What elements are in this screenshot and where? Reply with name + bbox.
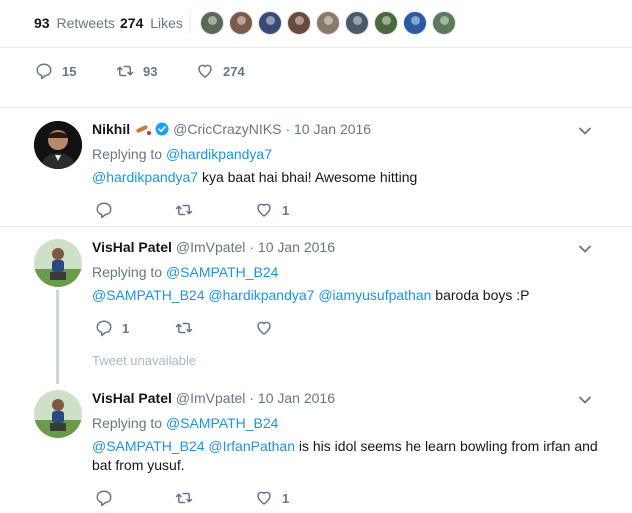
retweet-button[interactable]: 93 bbox=[116, 62, 157, 80]
heart-icon bbox=[257, 491, 271, 505]
tweet-header: Nikhil @CricCrazyNIKS · 10 Jan 2016 bbox=[92, 121, 371, 137]
reply-button[interactable] bbox=[95, 489, 122, 507]
tweet-unavailable: Tweet unavailable bbox=[92, 353, 197, 368]
heart-icon bbox=[257, 321, 271, 335]
replying-to: Replying to @SAMPATH_B24 bbox=[92, 264, 278, 280]
retweet-icon bbox=[175, 204, 193, 216]
reply-icon bbox=[36, 63, 52, 80]
tweet-body: baroda boys :P bbox=[431, 287, 530, 303]
tweet-text: @SAMPATH_B24 @IrfanPathan is his idol se… bbox=[92, 437, 602, 475]
retweets-count: 93 bbox=[34, 15, 50, 31]
likers-avatars bbox=[200, 11, 461, 35]
reply-button[interactable]: 1 bbox=[95, 319, 129, 337]
verified-badge-icon bbox=[155, 122, 169, 136]
avatar[interactable] bbox=[34, 390, 82, 438]
liker-avatar[interactable] bbox=[403, 11, 427, 35]
replying-label: Replying to bbox=[92, 264, 163, 280]
reply-icon bbox=[96, 320, 112, 337]
retweet-button[interactable] bbox=[175, 489, 202, 507]
reply-tweet[interactable]: Nikhil @CricCrazyNIKS · 10 Jan 2016 Repl… bbox=[0, 109, 632, 227]
avatar-photo bbox=[34, 239, 82, 287]
replying-to: Replying to @hardikpandya7 bbox=[92, 146, 272, 162]
reply-icon bbox=[96, 202, 112, 219]
cricket-bat-icon bbox=[136, 125, 152, 135]
chevron-down-icon[interactable] bbox=[578, 393, 592, 407]
avatar-photo bbox=[34, 390, 82, 438]
chevron-down-icon[interactable] bbox=[578, 242, 592, 256]
liker-avatar[interactable] bbox=[200, 11, 224, 35]
retweets-stat[interactable]: 93 Retweets bbox=[34, 15, 115, 31]
tweet-stats: 93 Retweets 274 Likes bbox=[0, 0, 632, 48]
like-count: 274 bbox=[223, 63, 245, 79]
mention-links[interactable]: @SAMPATH_B24 @hardikpandya7 @iamyusufpat… bbox=[92, 287, 431, 303]
reply-button[interactable] bbox=[95, 201, 122, 219]
mention-links[interactable]: @hardikpandya7 bbox=[92, 169, 198, 185]
avatar[interactable] bbox=[34, 239, 82, 287]
main-tweet-actions: 15 93 274 bbox=[0, 48, 632, 108]
reply-count: 1 bbox=[122, 320, 130, 336]
tweet-text: @SAMPATH_B24 @hardikpandya7 @iamyusufpat… bbox=[92, 286, 602, 305]
like-count: 1 bbox=[282, 490, 290, 506]
liker-avatar[interactable] bbox=[287, 11, 311, 35]
reply-button[interactable]: 15 bbox=[35, 62, 76, 80]
replying-label: Replying to bbox=[92, 415, 163, 431]
handle[interactable]: @ImVpatel bbox=[176, 390, 245, 406]
like-button[interactable]: 1 bbox=[255, 201, 289, 219]
retweet-button[interactable] bbox=[175, 201, 202, 219]
retweet-icon bbox=[116, 65, 134, 77]
replying-to-link[interactable]: @SAMPATH_B24 bbox=[166, 264, 279, 280]
retweets-label: Retweets bbox=[56, 15, 115, 31]
liker-avatar[interactable] bbox=[345, 11, 369, 35]
mention-links[interactable]: @SAMPATH_B24 @IrfanPathan bbox=[92, 438, 295, 454]
liker-avatar[interactable] bbox=[258, 11, 282, 35]
replying-to: Replying to @SAMPATH_B24 bbox=[92, 415, 278, 431]
likes-count: 274 bbox=[120, 15, 144, 31]
reply-count: 15 bbox=[62, 63, 77, 79]
reply-icon bbox=[96, 490, 112, 507]
retweet-icon bbox=[175, 322, 193, 334]
tweet-body: kya baat hai bhai! Awesome hitting bbox=[198, 169, 418, 185]
handle[interactable]: @ImVpatel bbox=[176, 239, 245, 255]
timestamp[interactable]: · 10 Jan 2016 bbox=[285, 121, 371, 137]
fullname[interactable]: VisHal Patel bbox=[92, 239, 172, 255]
retweet-count: 93 bbox=[143, 63, 158, 79]
tweet-header: VisHal Patel @ImVpatel · 10 Jan 2016 bbox=[92, 390, 335, 406]
fullname[interactable]: VisHal Patel bbox=[92, 390, 172, 406]
reply-tweet[interactable]: VisHal Patel @ImVpatel · 10 Jan 2016 Rep… bbox=[0, 378, 632, 513]
tweet-header: VisHal Patel @ImVpatel · 10 Jan 2016 bbox=[92, 239, 335, 255]
replying-label: Replying to bbox=[92, 146, 163, 162]
retweet-button[interactable] bbox=[175, 319, 202, 337]
liker-avatar[interactable] bbox=[432, 11, 456, 35]
liker-avatar[interactable] bbox=[316, 11, 340, 35]
timestamp[interactable]: · 10 Jan 2016 bbox=[249, 239, 335, 255]
reply-tweet[interactable]: VisHal Patel @ImVpatel · 10 Jan 2016 Rep… bbox=[0, 227, 632, 345]
liker-avatar[interactable] bbox=[374, 11, 398, 35]
like-count: 1 bbox=[282, 202, 290, 218]
likes-label: Likes bbox=[150, 15, 183, 31]
avatar[interactable] bbox=[34, 121, 82, 169]
chevron-down-icon[interactable] bbox=[578, 124, 592, 138]
handle[interactable]: @CricCrazyNIKS bbox=[173, 121, 281, 137]
replying-to-link[interactable]: @hardikpandya7 bbox=[166, 146, 272, 162]
tweet-text: @hardikpandya7 kya baat hai bhai! Awesom… bbox=[92, 168, 602, 187]
liker-avatar[interactable] bbox=[229, 11, 253, 35]
timestamp[interactable]: · 10 Jan 2016 bbox=[249, 390, 335, 406]
retweet-icon bbox=[175, 492, 193, 504]
like-button[interactable]: 1 bbox=[255, 489, 289, 507]
replying-to-link[interactable]: @SAMPATH_B24 bbox=[166, 415, 279, 431]
like-button[interactable]: 274 bbox=[196, 62, 245, 80]
stats-divider bbox=[190, 12, 191, 34]
heart-icon bbox=[257, 203, 271, 217]
fullname[interactable]: Nikhil bbox=[92, 121, 130, 137]
likes-stat[interactable]: 274 Likes bbox=[120, 15, 183, 31]
avatar-photo bbox=[34, 121, 82, 169]
like-button[interactable] bbox=[255, 319, 282, 337]
heart-icon bbox=[198, 64, 212, 78]
